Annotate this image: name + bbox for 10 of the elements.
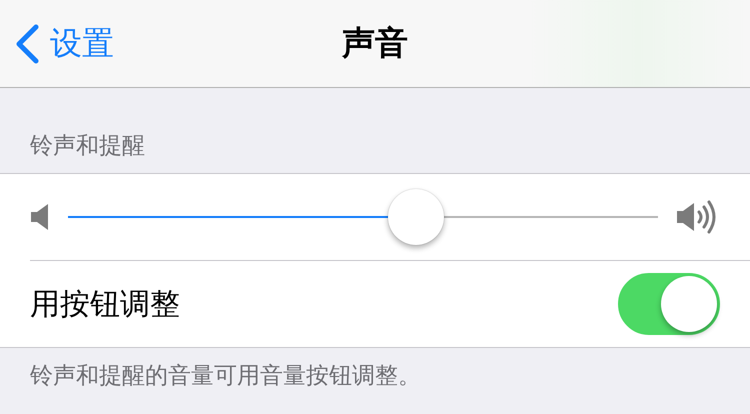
chevron-left-icon (14, 24, 40, 64)
toggle-switch[interactable] (618, 273, 720, 335)
back-button[interactable]: 设置 (14, 22, 114, 66)
nav-title: 声音 (342, 22, 408, 64)
volume-slider[interactable] (68, 186, 658, 248)
slider-thumb[interactable] (388, 189, 444, 245)
footer-note: 铃声和提醒的音量可用音量按钮调整。 (30, 362, 422, 391)
section-header: 铃声和提醒 (30, 132, 145, 161)
toggle-label: 用按钮调整 (30, 286, 180, 324)
speaker-low-icon (30, 203, 50, 231)
